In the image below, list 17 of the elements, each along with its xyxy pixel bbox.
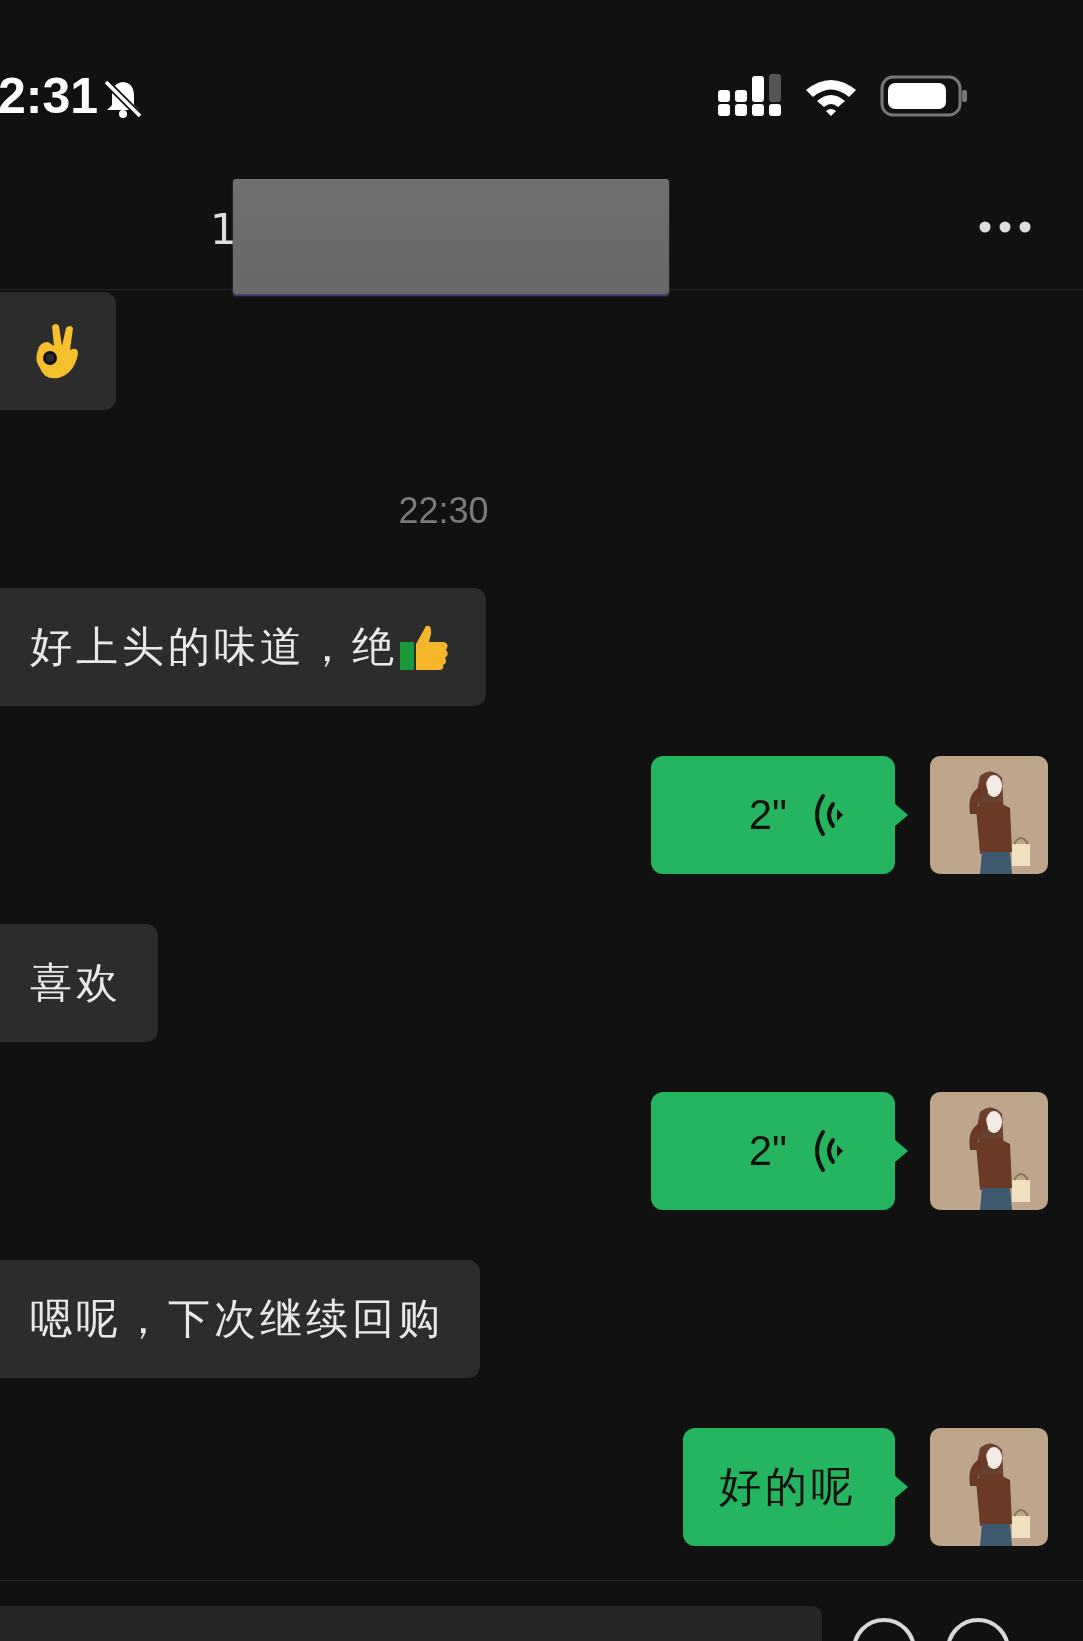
clock-time: 2:31 [0, 68, 99, 124]
message-bubble: 喜欢 [0, 924, 158, 1042]
message-text: 好上头的味道，绝 [30, 621, 398, 673]
chat-title: 1 [210, 205, 237, 254]
message-bubble: 好的呢 [683, 1428, 909, 1546]
voice-message[interactable]: 2" [651, 756, 909, 874]
bubble-tail [894, 1475, 908, 1499]
bubble-tail [894, 803, 908, 827]
message-bubble: 嗯呢，下次继续回购 [0, 1260, 480, 1378]
battery-icon [880, 75, 968, 117]
more-icon[interactable] [979, 221, 1031, 233]
voice-message[interactable]: 2" [651, 1092, 909, 1210]
bubble-tail [894, 1139, 908, 1163]
voice-duration: 2" [748, 1127, 787, 1175]
voice-duration: 2" [748, 791, 787, 839]
signal-icon [718, 74, 782, 118]
timestamp: 22:30 [398, 490, 489, 532]
